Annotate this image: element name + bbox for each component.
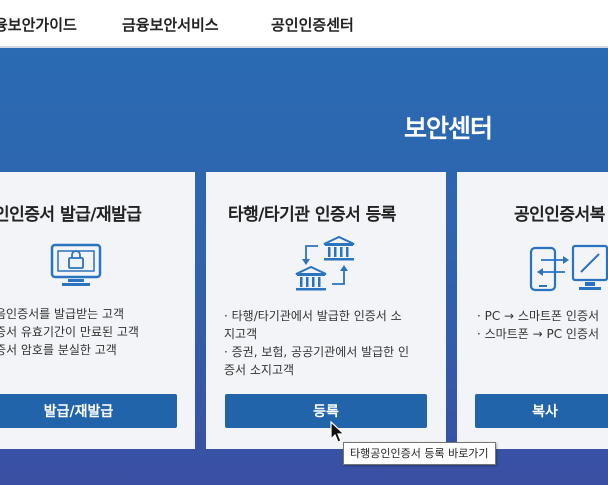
phone-pc-copy-icon xyxy=(529,244,608,298)
desc-line: 증서 유효기간이 만료된 고객 xyxy=(0,325,139,339)
monitor-lock-icon xyxy=(50,242,102,292)
desc-line: 음인증서를 발급받는 고객 xyxy=(0,307,125,321)
nav-item-security-guide[interactable]: 융보안가이드 xyxy=(0,14,77,35)
desc-line: 증서 소지고객 xyxy=(224,363,295,377)
register-button[interactable]: 등록 xyxy=(225,394,427,428)
desc-line: · PC → 스마트폰 인증서 xyxy=(477,309,600,323)
page-title: 보안센터 xyxy=(404,114,493,143)
nav-item-financial-security-service[interactable]: 금융보안서비스 xyxy=(122,14,219,35)
bank-transfer-icon xyxy=(294,234,358,298)
desc-line: · 증권, 보험, 공공기관에서 발급한 인 xyxy=(224,345,410,359)
desc-line: 증서 암호를 분실한 고객 xyxy=(0,343,117,357)
top-navigation: 융보안가이드 금융보안서비스 공인인증센터 xyxy=(0,0,608,48)
nav-item-certificate-center[interactable]: 공인인증센터 xyxy=(271,14,354,35)
card-description: 음인증서를 발급받는 고객 증서 유효기간이 만료된 고객 증서 암호를 분실한… xyxy=(0,305,139,359)
desc-line: 지고객 xyxy=(224,327,258,341)
card-title: 공인인증서복 xyxy=(514,205,605,225)
issue-reissue-button[interactable]: 발급/재발급 xyxy=(0,394,177,428)
card-certificate-copy: 공인인증서복 · PC → 스마트폰 인증서 · 스마트폰 → PC 인증서 복… xyxy=(457,172,608,449)
card-description: · PC → 스마트폰 인증서 · 스마트폰 → PC 인증서 xyxy=(477,307,599,343)
card-title: 타행/타기관 인증서 등록 xyxy=(228,205,396,225)
desc-line: · 타행/타기관에서 발급한 인증서 소 xyxy=(224,309,402,323)
card-other-bank-register: 타행/타기관 인증서 등록 · 타행/타기관에서 발급한 인증서 소 지고객 ·… xyxy=(206,172,446,449)
card-description: · 타행/타기관에서 발급한 인증서 소 지고객 · 증권, 보험, 공공기관에… xyxy=(224,307,409,379)
tooltip: 타행공인인증서 등록 바로가기 xyxy=(343,442,496,465)
desc-line: · 스마트폰 → PC 인증서 xyxy=(477,327,600,341)
card-issue-reissue: 인인증서 발급/재발급 음인증서를 발급받는 고객 증서 유효기간이 만료된 고… xyxy=(0,172,195,449)
copy-button[interactable]: 복사 xyxy=(475,394,608,428)
card-title: 인인증서 발급/재발급 xyxy=(0,205,142,225)
